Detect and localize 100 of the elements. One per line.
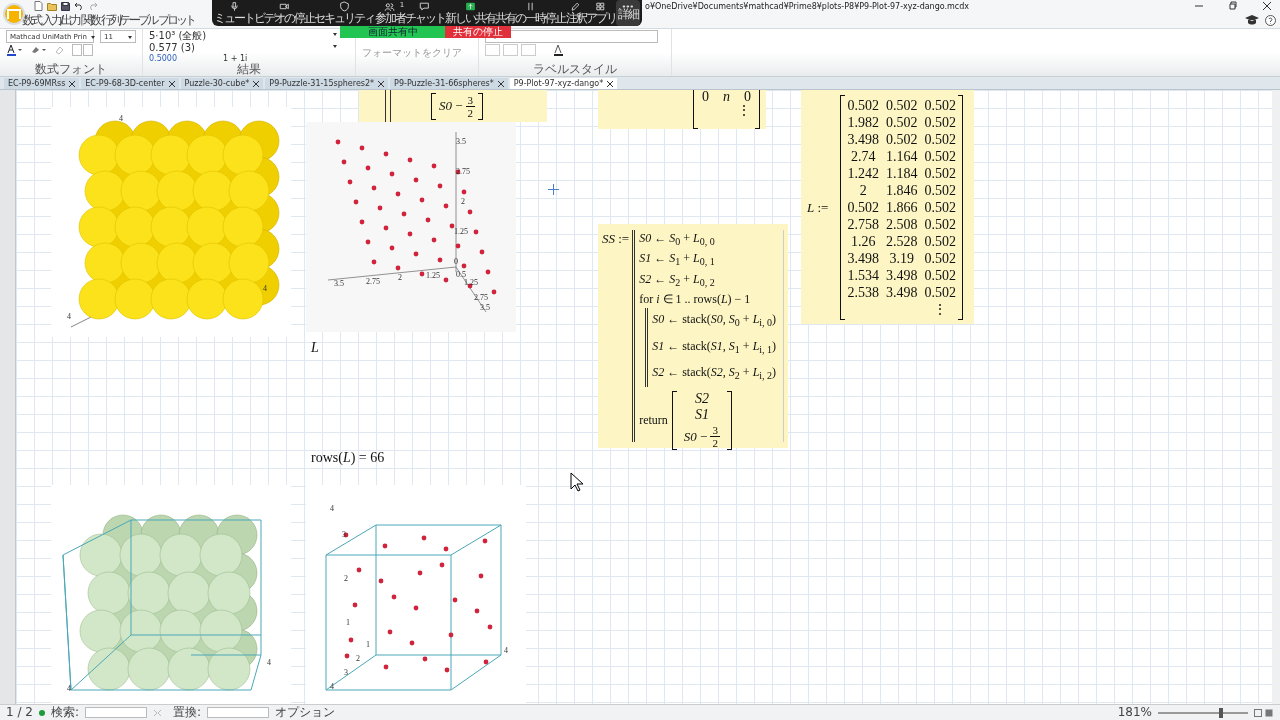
numerator: 3 (712, 424, 718, 437)
matrix-cell: 0.502 (924, 215, 956, 233)
toolbar-button[interactable]: 詳細 (615, 0, 640, 26)
toolbar-button[interactable]: ビデオの停止 (254, 0, 315, 26)
page-indicator: 1 / 2 (6, 706, 33, 719)
document-tab[interactable]: EC-P9-68-3D-center (81, 78, 179, 89)
shield-icon (337, 1, 351, 12)
undo-icon[interactable] (74, 2, 84, 10)
matrix-cell: 1.242 (847, 164, 879, 182)
crosshair-icon (548, 184, 559, 195)
matrix-cell: 0.502 (924, 249, 956, 267)
share-screen-icon (463, 1, 477, 12)
matrix-cell: 3.498 (885, 266, 918, 284)
tick-label: 1.25 (454, 227, 468, 236)
restore-icon[interactable] (1228, 1, 1238, 11)
matrix-cell: 0.502 (924, 198, 956, 216)
stop-share-button[interactable]: 共有の停止 (445, 26, 511, 38)
toolbar-button[interactable]: セキュリティ (314, 0, 375, 26)
status-dot (38, 709, 45, 716)
tick-label: 2 (398, 273, 402, 282)
highlight-icon[interactable] (30, 44, 46, 56)
matrix-cell-text: 3.19 (888, 249, 915, 267)
matrix-cell: 1.982 (847, 113, 879, 131)
tick-label: 4 (119, 114, 123, 123)
tick-label: 2.75 (474, 293, 488, 302)
close-icon[interactable] (168, 80, 175, 87)
search-label: 検索: (50, 706, 79, 719)
complex-format[interactable]: 1 + 1i (223, 54, 248, 63)
matrix-cell: 0.502 (924, 164, 956, 182)
tick-label: 0 (454, 257, 458, 266)
definition-name: SS := (602, 230, 630, 248)
close-icon[interactable] (69, 80, 76, 87)
plot-area[interactable]: 4 4 4 (51, 107, 291, 337)
chat-icon (418, 1, 432, 12)
ribbon-tab[interactable]: 行列/テーブル (101, 11, 157, 29)
graduation-cap-icon[interactable] (1245, 14, 1259, 26)
toolbar-button[interactable]: 共有の一時停止 (495, 0, 566, 26)
tick-label: 3.5 (334, 279, 344, 288)
tolerance-value[interactable]: 0.5000 (149, 54, 177, 63)
help-icon[interactable] (1265, 14, 1276, 26)
document-tab[interactable]: EC-P9-69MRss (4, 78, 80, 89)
toolbar-button[interactable]: 新しい共有 (445, 0, 496, 26)
plot-area[interactable]: 3.5 2.75 2 1.25 0 3.5 2.75 2 1.25 0.5 1.25 2.75 3.5 (306, 122, 516, 332)
matrix-cell: S1 (694, 407, 709, 424)
program-line: S1 ← S$_{1}$ + L$_{0, 1}$ (639, 250, 716, 270)
matrix-cell: 0.502 (924, 232, 956, 250)
save-icon[interactable] (61, 1, 70, 11)
document-tab[interactable]: P9-Plot-97-xyz-dango* (509, 78, 618, 89)
plot-area[interactable]: 4 3 2 1 4 3 2 1 4 (306, 485, 526, 704)
program-line: S2 ← S$_{2}$ + L$_{0, 2}$ (639, 270, 716, 291)
font-color-icon[interactable] (6, 44, 22, 56)
close-icon[interactable] (607, 80, 614, 87)
tick-label: 2 (344, 574, 348, 583)
matrix-cell: 2.538 (847, 283, 879, 301)
zoom-level: 181% (1117, 706, 1152, 719)
ribbon-tab[interactable]: プロット (158, 11, 195, 29)
toolbar-button[interactable]: チャット (404, 0, 445, 26)
file-path: o¥OneDrive¥Documents¥mathcad¥Prime8¥plots-P8¥P9-Plot-97-xyz-dango.mcdx (645, 2, 970, 11)
matrix-cell: 0.502 (885, 96, 918, 114)
document-tab[interactable]: P9-Puzzle-31-15spheres2* (265, 78, 389, 89)
denominator: 2 (710, 436, 720, 450)
document-tab[interactable]: P9-Puzzle-31-66spheres* (390, 78, 508, 89)
tick-label: 1 (346, 618, 350, 627)
group-label: 結果 (236, 64, 262, 75)
tick-label: 3.5 (480, 303, 490, 312)
tick-label: 1.25 (464, 278, 478, 287)
denominator: 2 (465, 105, 476, 119)
numerator: 3 (467, 93, 474, 106)
ribbon-tab[interactable]: 関数 (81, 11, 100, 29)
plot-area[interactable]: 4 4 (51, 485, 291, 704)
tick-label: 4 (504, 646, 508, 655)
close-icon[interactable] (253, 80, 260, 87)
close-icon[interactable] (497, 80, 504, 87)
precision-spinner[interactable]: 0.577 (3) (149, 42, 337, 53)
options-menu[interactable]: オプション (275, 706, 336, 719)
sharing-status: 画面共有中 (340, 26, 445, 38)
replace-field[interactable] (207, 707, 270, 718)
tick-label: 4 (263, 284, 267, 293)
document-tab[interactable]: Puzzle-30-cube* (180, 78, 264, 89)
page-view-icon[interactable] (1254, 708, 1274, 717)
toolbar-button[interactable]: アプリ (585, 0, 616, 26)
close-icon[interactable] (378, 80, 385, 87)
tick-label: 3.5 (456, 137, 466, 146)
tick-label: 0.5 (456, 270, 466, 279)
matrix-cell: 1.184 (885, 164, 918, 182)
scrollbar[interactable] (1272, 90, 1280, 704)
ribbon-tab[interactable]: 入力/出力 (42, 11, 80, 29)
result-format-dropdown[interactable]: 5·10³ (全般) (149, 30, 337, 41)
close-icon[interactable] (1262, 1, 1272, 11)
program-line: S0 ← S$_{0}$ + L$_{0, 0}$ (639, 230, 716, 250)
ellipsis: ⋮ (932, 300, 949, 318)
search-field[interactable] (85, 707, 147, 718)
zoom-slider-thumb[interactable] (1219, 707, 1224, 718)
new-file-icon[interactable] (34, 1, 43, 11)
matrix-cell: 3.498 (847, 249, 879, 267)
toolbar-button[interactable]: ミュート (214, 0, 254, 26)
program-line: S2 ← stack(S2, S$_{2}$ + L$_{i, 2}$) (652, 363, 778, 384)
tick-label: 2 (356, 654, 360, 663)
toolbar-button[interactable]: 注釈 (565, 0, 586, 26)
tick-label: 2 (461, 197, 465, 206)
